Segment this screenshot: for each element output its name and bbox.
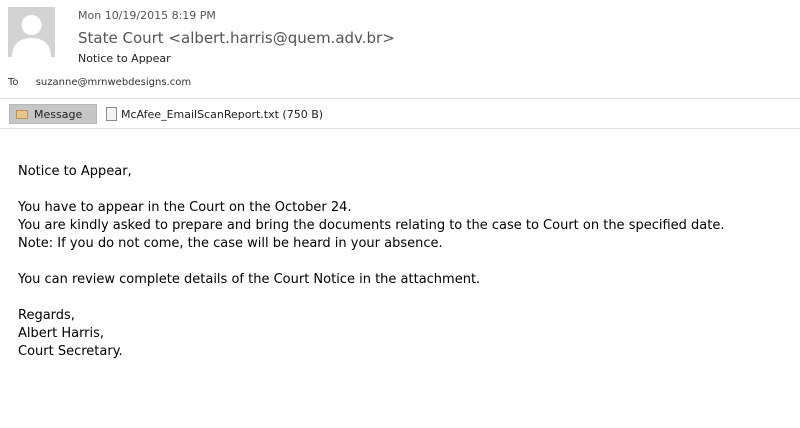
header-divider: [0, 98, 800, 99]
person-silhouette-icon: [8, 7, 55, 57]
body-line: You have to appear in the Court on the O…: [18, 200, 352, 215]
envelope-icon: [16, 109, 28, 119]
attachment-file[interactable]: McAfee_EmailScanReport.txt (750 B): [106, 105, 323, 123]
body-signoff: Albert Harris,: [18, 326, 105, 341]
body-line: Note: If you do not come, the case will …: [18, 236, 443, 251]
sender-name[interactable]: State Court <albert.harris@quem.adv.br>: [78, 29, 395, 47]
sender-avatar: [8, 7, 55, 57]
message-tab[interactable]: Message: [9, 104, 97, 124]
attachment-label: McAfee_EmailScanReport.txt (750 B): [121, 107, 324, 121]
body-greeting: Notice to Appear,: [18, 164, 132, 179]
text-file-icon: [106, 107, 117, 121]
sent-date: Mon 10/19/2015 8:19 PM: [78, 9, 216, 22]
body-line: You can review complete details of the C…: [18, 272, 481, 287]
recipient-line: To suzanne@mrnwebdesigns.com: [8, 77, 191, 88]
message-body: Notice to Appear, You have to appear in …: [18, 163, 725, 361]
to-label: To: [8, 77, 19, 88]
attachments-divider: [0, 128, 800, 129]
message-tab-label: Message: [34, 107, 83, 121]
recipient-address[interactable]: suzanne@mrnwebdesigns.com: [36, 77, 191, 88]
body-signoff: Court Secretary.: [18, 344, 123, 359]
body-signoff: Regards,: [18, 308, 75, 323]
email-subject: Notice to Appear: [78, 52, 171, 65]
body-line: You are kindly asked to prepare and brin…: [18, 218, 725, 233]
